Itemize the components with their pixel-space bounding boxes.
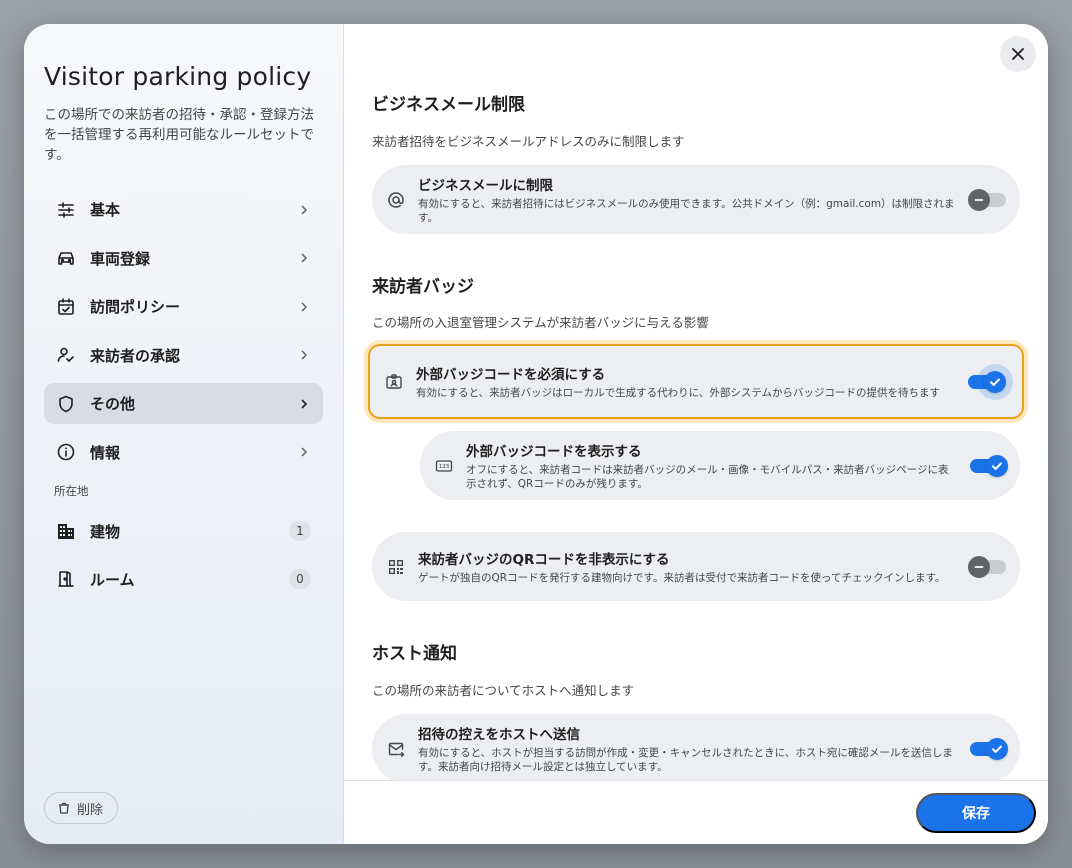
sliders-icon bbox=[56, 200, 76, 220]
card-description: ゲートが独自のQRコードを発行する建物向けです。来訪者は受付で来訪者コードを使っ… bbox=[418, 572, 946, 584]
building-icon bbox=[56, 521, 76, 541]
info-icon bbox=[56, 442, 76, 462]
calendar-check-icon bbox=[56, 297, 76, 317]
mail-send-icon bbox=[386, 739, 406, 759]
id-badge-icon bbox=[384, 372, 404, 392]
count-badge: 0 bbox=[289, 569, 311, 589]
toggle-off-icon bbox=[968, 555, 990, 578]
host-copy-toggle[interactable] bbox=[970, 737, 1008, 760]
count-badge: 1 bbox=[289, 521, 311, 541]
card-description: 有効にすると、ホストが担当する訪問が作成・変更・キャンセルされたときに、ホスト宛… bbox=[418, 747, 953, 773]
sidebar-item-vehicle[interactable]: 車両登録 bbox=[44, 238, 323, 279]
qr-code-icon bbox=[386, 557, 406, 577]
card-title: 外部バッジコードを表示する bbox=[466, 444, 642, 460]
card-description: オフにすると、来訪者コードは来訪者バッジのメール・画像・モバイルパス・来訪者バッ… bbox=[466, 464, 949, 490]
sidebar-item-visit-policy[interactable]: 訪問ポリシー bbox=[44, 286, 323, 327]
sidebar-item-other[interactable]: その他 bbox=[44, 383, 323, 424]
svg-text:123: 123 bbox=[439, 464, 450, 470]
sidebar-item-basic[interactable]: 基本 bbox=[44, 189, 323, 230]
person-check-icon bbox=[56, 345, 76, 365]
chevron-right-icon bbox=[301, 253, 308, 263]
number-code-icon: 123 bbox=[434, 456, 454, 476]
delete-label: 削除 bbox=[77, 801, 104, 817]
sidebar-item-label: 基本 bbox=[90, 201, 121, 219]
sidebar-item-label: 車両登録 bbox=[90, 249, 151, 268]
chevron-right-icon bbox=[301, 301, 308, 312]
location-item-label: ルーム bbox=[90, 570, 135, 589]
business-mail-subtitle: 来訪者招待をビジネスメールアドレスのみに制限します bbox=[372, 134, 685, 149]
sidebar-item-label: 訪問ポリシー bbox=[90, 298, 181, 316]
check-icon bbox=[984, 370, 1006, 393]
sidebar: Visitor parking policy この場所での来訪者の招待・承認・登… bbox=[24, 24, 344, 844]
require-external-badge-card: 外部バッジコードを必須にする 有効にすると、来訪者バッジはローカルで生成する代わ… bbox=[368, 344, 1024, 419]
location-item-room[interactable]: ルーム 0 bbox=[44, 559, 323, 600]
hide-qr-toggle[interactable] bbox=[968, 555, 1006, 578]
business-mail-heading: ビジネスメール制限 bbox=[372, 95, 525, 115]
show-external-badge-card: 123 外部バッジコードを表示する オフにすると、来訪者コードは来訪者バッジのメ… bbox=[420, 431, 1020, 500]
page-title: Visitor parking policy bbox=[44, 62, 312, 91]
settings-scroll-area[interactable]: ビジネスメール制限 来訪者招待をビジネスメールアドレスのみに制限します ビジネス… bbox=[344, 24, 1048, 780]
visitor-badge-subtitle: この場所の入退室管理システムが来訪者バッジに与える影響 bbox=[372, 315, 709, 330]
toggle-off-icon bbox=[968, 188, 990, 211]
card-title: 来訪者バッジのQRコードを非表示にする bbox=[418, 552, 670, 568]
door-icon bbox=[56, 569, 76, 589]
chevron-right-icon bbox=[301, 398, 308, 409]
car-icon bbox=[56, 248, 76, 268]
hide-qr-card: 来訪者バッジのQRコードを非表示にする ゲートが独自のQRコードを発行する建物向… bbox=[372, 532, 1020, 601]
visitor-badge-heading: 来訪者バッジ bbox=[372, 277, 474, 297]
chevron-right-icon bbox=[301, 204, 308, 215]
host-notification-heading: ホスト通知 bbox=[372, 644, 457, 664]
card-description: 有効にすると、来訪者招待にはビジネスメールのみ使用できます。公共ドメイン（例：g… bbox=[418, 198, 955, 224]
shield-icon bbox=[56, 394, 76, 414]
check-icon bbox=[986, 454, 1008, 477]
require-external-badge-toggle[interactable] bbox=[968, 363, 1013, 400]
location-section-label: 所在地 bbox=[54, 483, 89, 498]
at-sign-icon bbox=[386, 190, 406, 210]
sidebar-item-info[interactable]: 情報 bbox=[44, 432, 323, 473]
show-external-badge-toggle[interactable] bbox=[970, 454, 1008, 477]
settings-panel: ビジネスメール制限 来訪者招待をビジネスメールアドレスのみに制限します ビジネス… bbox=[344, 24, 1048, 844]
card-title: ビジネスメールに制限 bbox=[418, 178, 553, 194]
chevron-right-icon bbox=[301, 447, 308, 457]
sidebar-item-label: その他 bbox=[90, 395, 136, 413]
card-title: 招待の控えをホストへ送信 bbox=[418, 727, 580, 743]
sidebar-item-label: 来訪者の承認 bbox=[90, 346, 181, 365]
check-icon bbox=[986, 737, 1008, 760]
chevron-right-icon bbox=[301, 350, 308, 360]
sidebar-item-approval[interactable]: 来訪者の承認 bbox=[44, 335, 323, 376]
dialog-footer: 保存 bbox=[344, 780, 1048, 844]
business-mail-card: ビジネスメールに制限 有効にすると、来訪者招待にはビジネスメールのみ使用できます… bbox=[372, 165, 1020, 234]
host-notification-subtitle: この場所の来訪者についてホストへ通知します bbox=[372, 683, 635, 698]
trash-icon bbox=[59, 802, 69, 814]
location-item-building[interactable]: 建物 1 bbox=[44, 511, 323, 552]
business-mail-toggle[interactable] bbox=[968, 188, 1006, 211]
save-button[interactable]: 保存 bbox=[916, 793, 1036, 833]
sidebar-item-label: 情報 bbox=[90, 443, 121, 462]
host-copy-card: 招待の控えをホストへ送信 有効にすると、ホストが担当する訪問が作成・変更・キャン… bbox=[372, 714, 1020, 780]
location-item-label: 建物 bbox=[90, 522, 121, 541]
sidebar-nav: 基本 車両登録 訪問ポリシー 来訪者の承認 その他 情報 bbox=[44, 189, 323, 473]
page-description: この場所での来訪者の招待・承認・登録方法を一括管理する再利用可能なルールセットで… bbox=[44, 107, 314, 163]
card-description: 有効にすると、来訪者バッジはローカルで生成する代わりに、外部システムからバッジコ… bbox=[416, 387, 941, 399]
card-title: 外部バッジコードを必須にする bbox=[416, 367, 606, 383]
policy-dialog: Visitor parking policy この場所での来訪者の招待・承認・登… bbox=[24, 24, 1048, 844]
delete-button[interactable]: 削除 bbox=[44, 792, 119, 824]
